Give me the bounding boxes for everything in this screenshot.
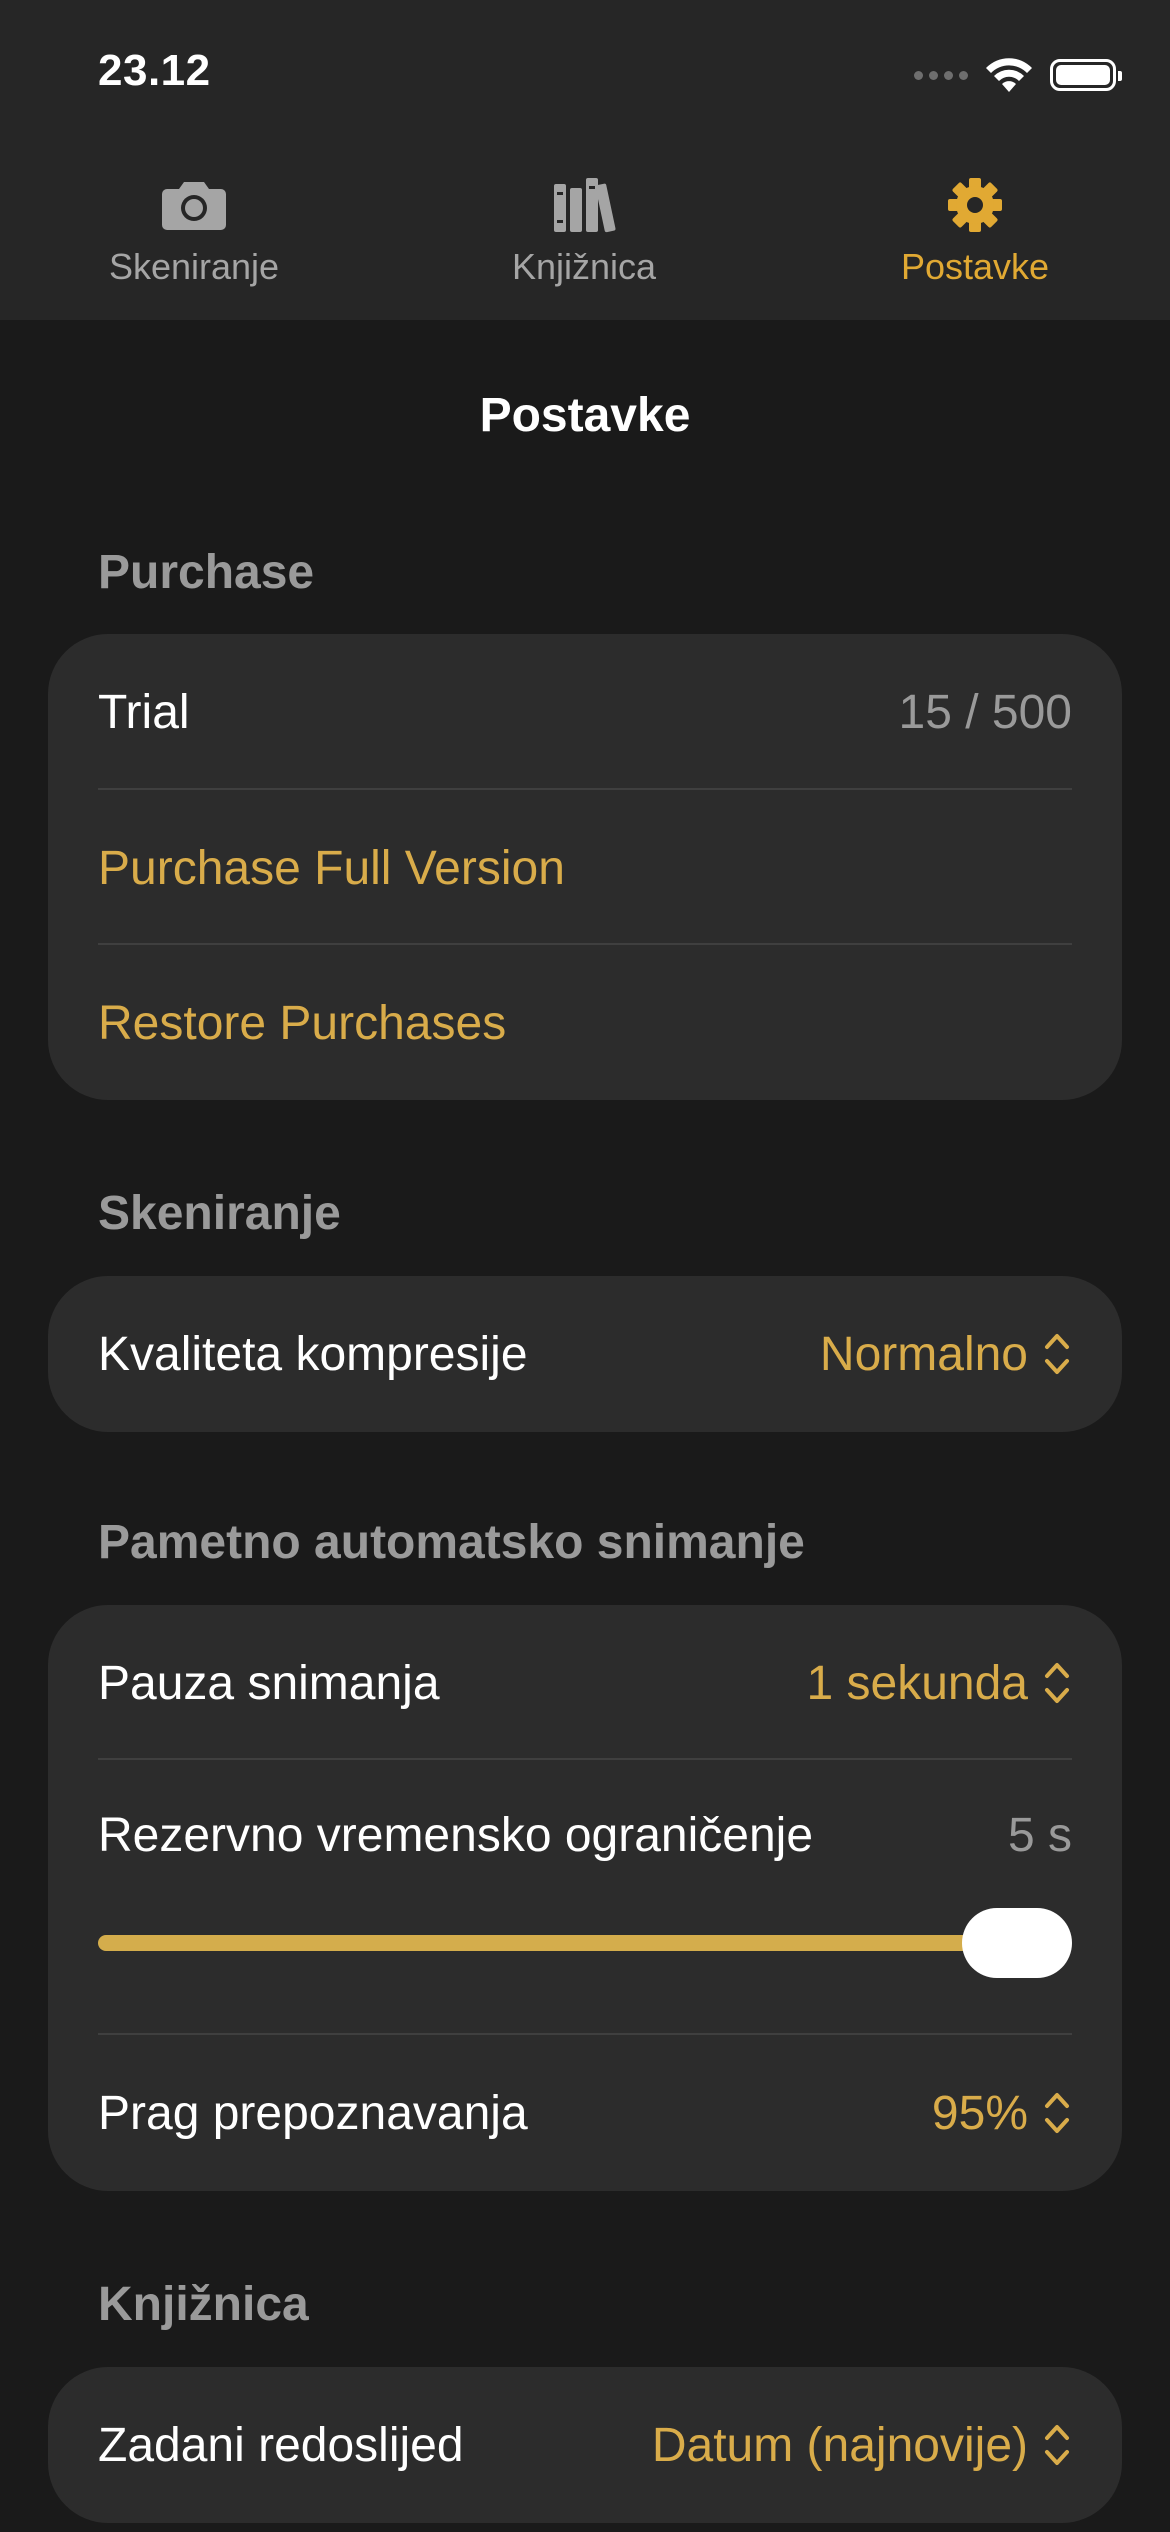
- fallback-timeout-value: 5 s: [1007, 1808, 1072, 1862]
- default-sort-value: Datum (najnovije): [651, 2418, 1028, 2472]
- settings-screen: 23.12 Skeniranje Knjižnica Postavke Post…: [0, 0, 1170, 2532]
- tab-bar: Skeniranje Knjižnica Postavke: [0, 150, 1170, 290]
- wifi-icon: [986, 58, 1032, 92]
- compression-quality-row[interactable]: Kvaliteta kompresije Normalno: [98, 1276, 1072, 1432]
- section-header-skeniranje: Skeniranje: [98, 1187, 341, 1240]
- capture-pause-picker[interactable]: 1 sekunda: [806, 1656, 1072, 1711]
- trial-label: Trial: [98, 685, 190, 739]
- scanning-group: Kvaliteta kompresije Normalno: [48, 1276, 1122, 1432]
- compression-quality-value: Normalno: [819, 1327, 1028, 1381]
- restore-purchases-label: Restore Purchases: [98, 996, 507, 1050]
- purchase-group: Trial 15 / 500 Purchase Full Version Res…: [48, 634, 1122, 1100]
- recognition-threshold-picker[interactable]: 95%: [932, 2086, 1072, 2141]
- battery-icon: [1050, 59, 1122, 91]
- compression-quality-picker[interactable]: Normalno: [820, 1327, 1072, 1382]
- tab-knjiznica[interactable]: Knjižnica: [434, 150, 734, 287]
- page-title: Postavke: [479, 389, 691, 442]
- auto-capture-group: Pauza snimanja 1 sekunda Rezervno vremen…: [48, 1605, 1122, 2191]
- fallback-timeout-label: Rezervno vremensko ograničenje: [98, 1808, 814, 1862]
- status-time: 23.12: [98, 46, 211, 95]
- section-header-auto-capture: Pametno automatsko snimanje: [98, 1516, 805, 1569]
- chevron-up-down-icon: [1045, 1334, 1069, 1374]
- library-group: Zadani redoslijed Datum (najnovije): [48, 2367, 1122, 2523]
- tab-postavke[interactable]: Postavke: [825, 150, 1125, 287]
- fallback-timeout-row: Rezervno vremensko ograničenje 5 s: [98, 1760, 1072, 1910]
- default-sort-row[interactable]: Zadani redoslijed Datum (najnovije): [98, 2367, 1072, 2523]
- tab-skeniranje[interactable]: Skeniranje: [44, 150, 344, 287]
- trial-row: Trial 15 / 500: [98, 634, 1072, 790]
- trial-value: 15 / 500: [898, 685, 1072, 739]
- default-sort-label: Zadani redoslijed: [98, 2418, 464, 2472]
- books-icon: [554, 178, 616, 233]
- chevron-up-down-icon: [1045, 1663, 1069, 1703]
- status-indicators: [914, 52, 1122, 98]
- chevron-up-down-icon: [1045, 2425, 1069, 2465]
- recognition-threshold-row[interactable]: Prag prepoznavanja 95%: [98, 2035, 1072, 2191]
- compression-quality-label: Kvaliteta kompresije: [98, 1327, 528, 1381]
- capture-pause-row[interactable]: Pauza snimanja 1 sekunda: [98, 1605, 1072, 1761]
- section-header-library: Knjižnica: [98, 2278, 309, 2331]
- fallback-timeout-slider-thumb[interactable]: [962, 1908, 1072, 1978]
- tab-label: Skeniranje: [108, 246, 280, 287]
- default-sort-picker[interactable]: Datum (najnovije): [652, 2418, 1072, 2473]
- restore-purchases-button[interactable]: Restore Purchases: [98, 945, 1072, 1101]
- fallback-timeout-slider-track[interactable]: [98, 1935, 1022, 1951]
- tab-label: Knjižnica: [511, 246, 657, 287]
- capture-pause-label: Pauza snimanja: [98, 1656, 440, 1710]
- purchase-full-version-button[interactable]: Purchase Full Version: [98, 790, 1072, 946]
- recognition-threshold-value: 95%: [931, 2086, 1028, 2140]
- purchase-full-version-label: Purchase Full Version: [98, 841, 565, 895]
- section-header-purchase: Purchase: [98, 546, 315, 599]
- gear-icon: [948, 178, 1002, 232]
- cellular-signal-icon: [914, 70, 968, 80]
- top-bar: 23.12 Skeniranje Knjižnica Postavke: [0, 0, 1170, 320]
- camera-icon: [162, 182, 226, 230]
- tab-label: Postavke: [900, 246, 1050, 287]
- recognition-threshold-label: Prag prepoznavanja: [98, 2086, 528, 2140]
- chevron-up-down-icon: [1045, 2093, 1069, 2133]
- capture-pause-value: 1 sekunda: [806, 1656, 1028, 1710]
